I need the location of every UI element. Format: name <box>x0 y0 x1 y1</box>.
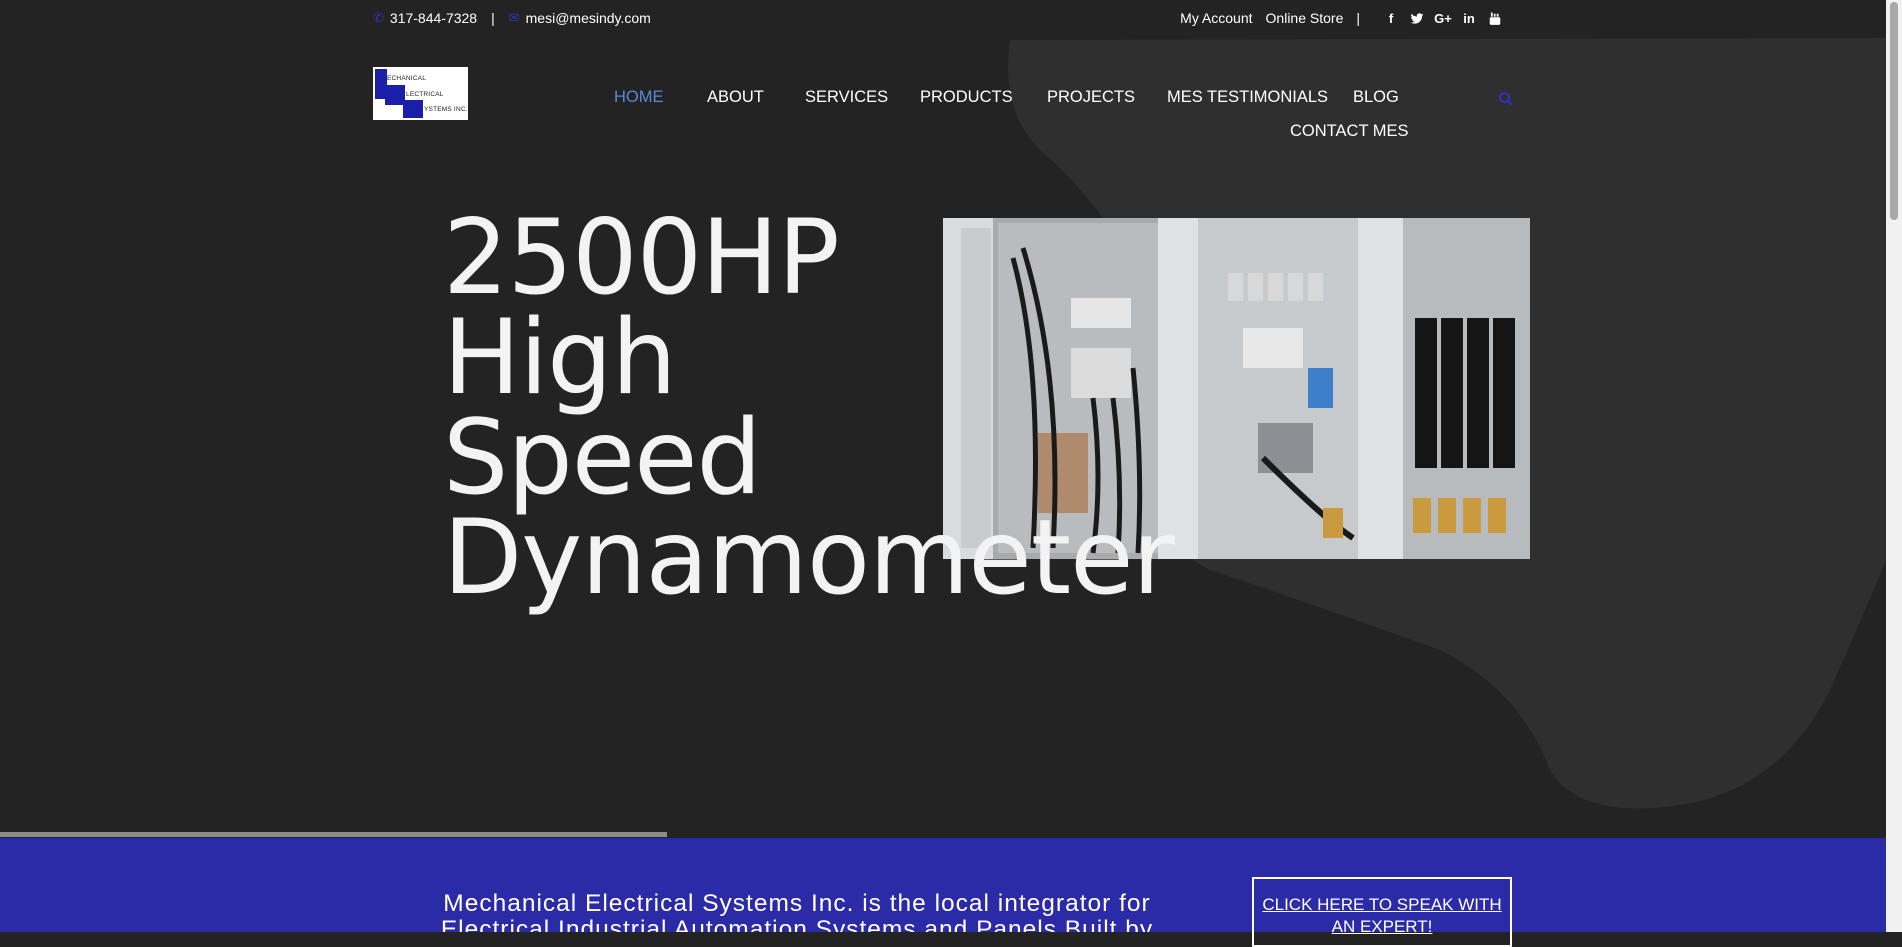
phone-number[interactable]: 317-844-7328 <box>390 10 477 26</box>
hero-title-line: Speed <box>443 398 762 518</box>
speak-with-expert-button[interactable]: CLICK HERE TO SPEAK WITH AN EXPERT! <box>1252 877 1512 947</box>
intro-tagline: Mechanical Electrical Systems Inc. is th… <box>440 890 1154 933</box>
slider-progress-bar <box>0 832 667 837</box>
nav-blog[interactable]: BLOG <box>1353 88 1399 107</box>
main-navigation: HOME ABOUT SERVICES PRODUCTS PROJECTS ME… <box>0 88 1902 148</box>
vertical-scrollbar[interactable] <box>1886 0 1902 932</box>
nav-projects[interactable]: PROJECTS <box>1047 88 1135 107</box>
hero-title-line: Dynamometer <box>443 498 1175 618</box>
envelope-icon: ✉ <box>508 10 520 25</box>
logo-line-1: ECHANICAL <box>387 75 427 82</box>
email-link[interactable]: mesi@mesindy.com <box>526 10 651 26</box>
youtube-icon[interactable] <box>1482 10 1508 26</box>
phone-icon: ✆ <box>373 10 384 25</box>
twitter-icon[interactable] <box>1404 10 1430 26</box>
search-icon[interactable] <box>1498 91 1514 107</box>
hero-title: 2500HP High Speed Dynamometer <box>443 198 1175 618</box>
divider: | <box>1356 10 1360 26</box>
hero-title-line: High <box>443 298 677 418</box>
google-plus-icon[interactable]: G+ <box>1430 11 1456 26</box>
nav-home[interactable]: HOME <box>614 88 664 107</box>
intro-band: Mechanical Electrical Systems Inc. is th… <box>0 838 1886 932</box>
scrollbar-thumb[interactable] <box>1890 2 1898 220</box>
online-store-link[interactable]: Online Store <box>1266 10 1344 26</box>
my-account-link[interactable]: My Account <box>1180 10 1252 26</box>
nav-products[interactable]: PRODUCTS <box>920 88 1013 107</box>
top-bar: ✆ 317-844-7328 | ✉ mesi@mesindy.com My A… <box>0 0 1886 38</box>
linkedin-icon[interactable]: in <box>1456 11 1482 26</box>
account-links: My Account Online Store | f G+ in <box>1167 10 1508 26</box>
hero-title-line: 2500HP <box>443 198 840 318</box>
nav-about[interactable]: ABOUT <box>707 88 764 107</box>
nav-contact[interactable]: CONTACT MES <box>1290 122 1409 141</box>
contact-info: ✆ 317-844-7328 | ✉ mesi@mesindy.com <box>373 10 651 26</box>
nav-testimonials[interactable]: MES TESTIMONIALS <box>1167 88 1328 107</box>
divider: | <box>491 10 495 26</box>
facebook-icon[interactable]: f <box>1378 11 1404 26</box>
nav-services[interactable]: SERVICES <box>805 88 888 107</box>
